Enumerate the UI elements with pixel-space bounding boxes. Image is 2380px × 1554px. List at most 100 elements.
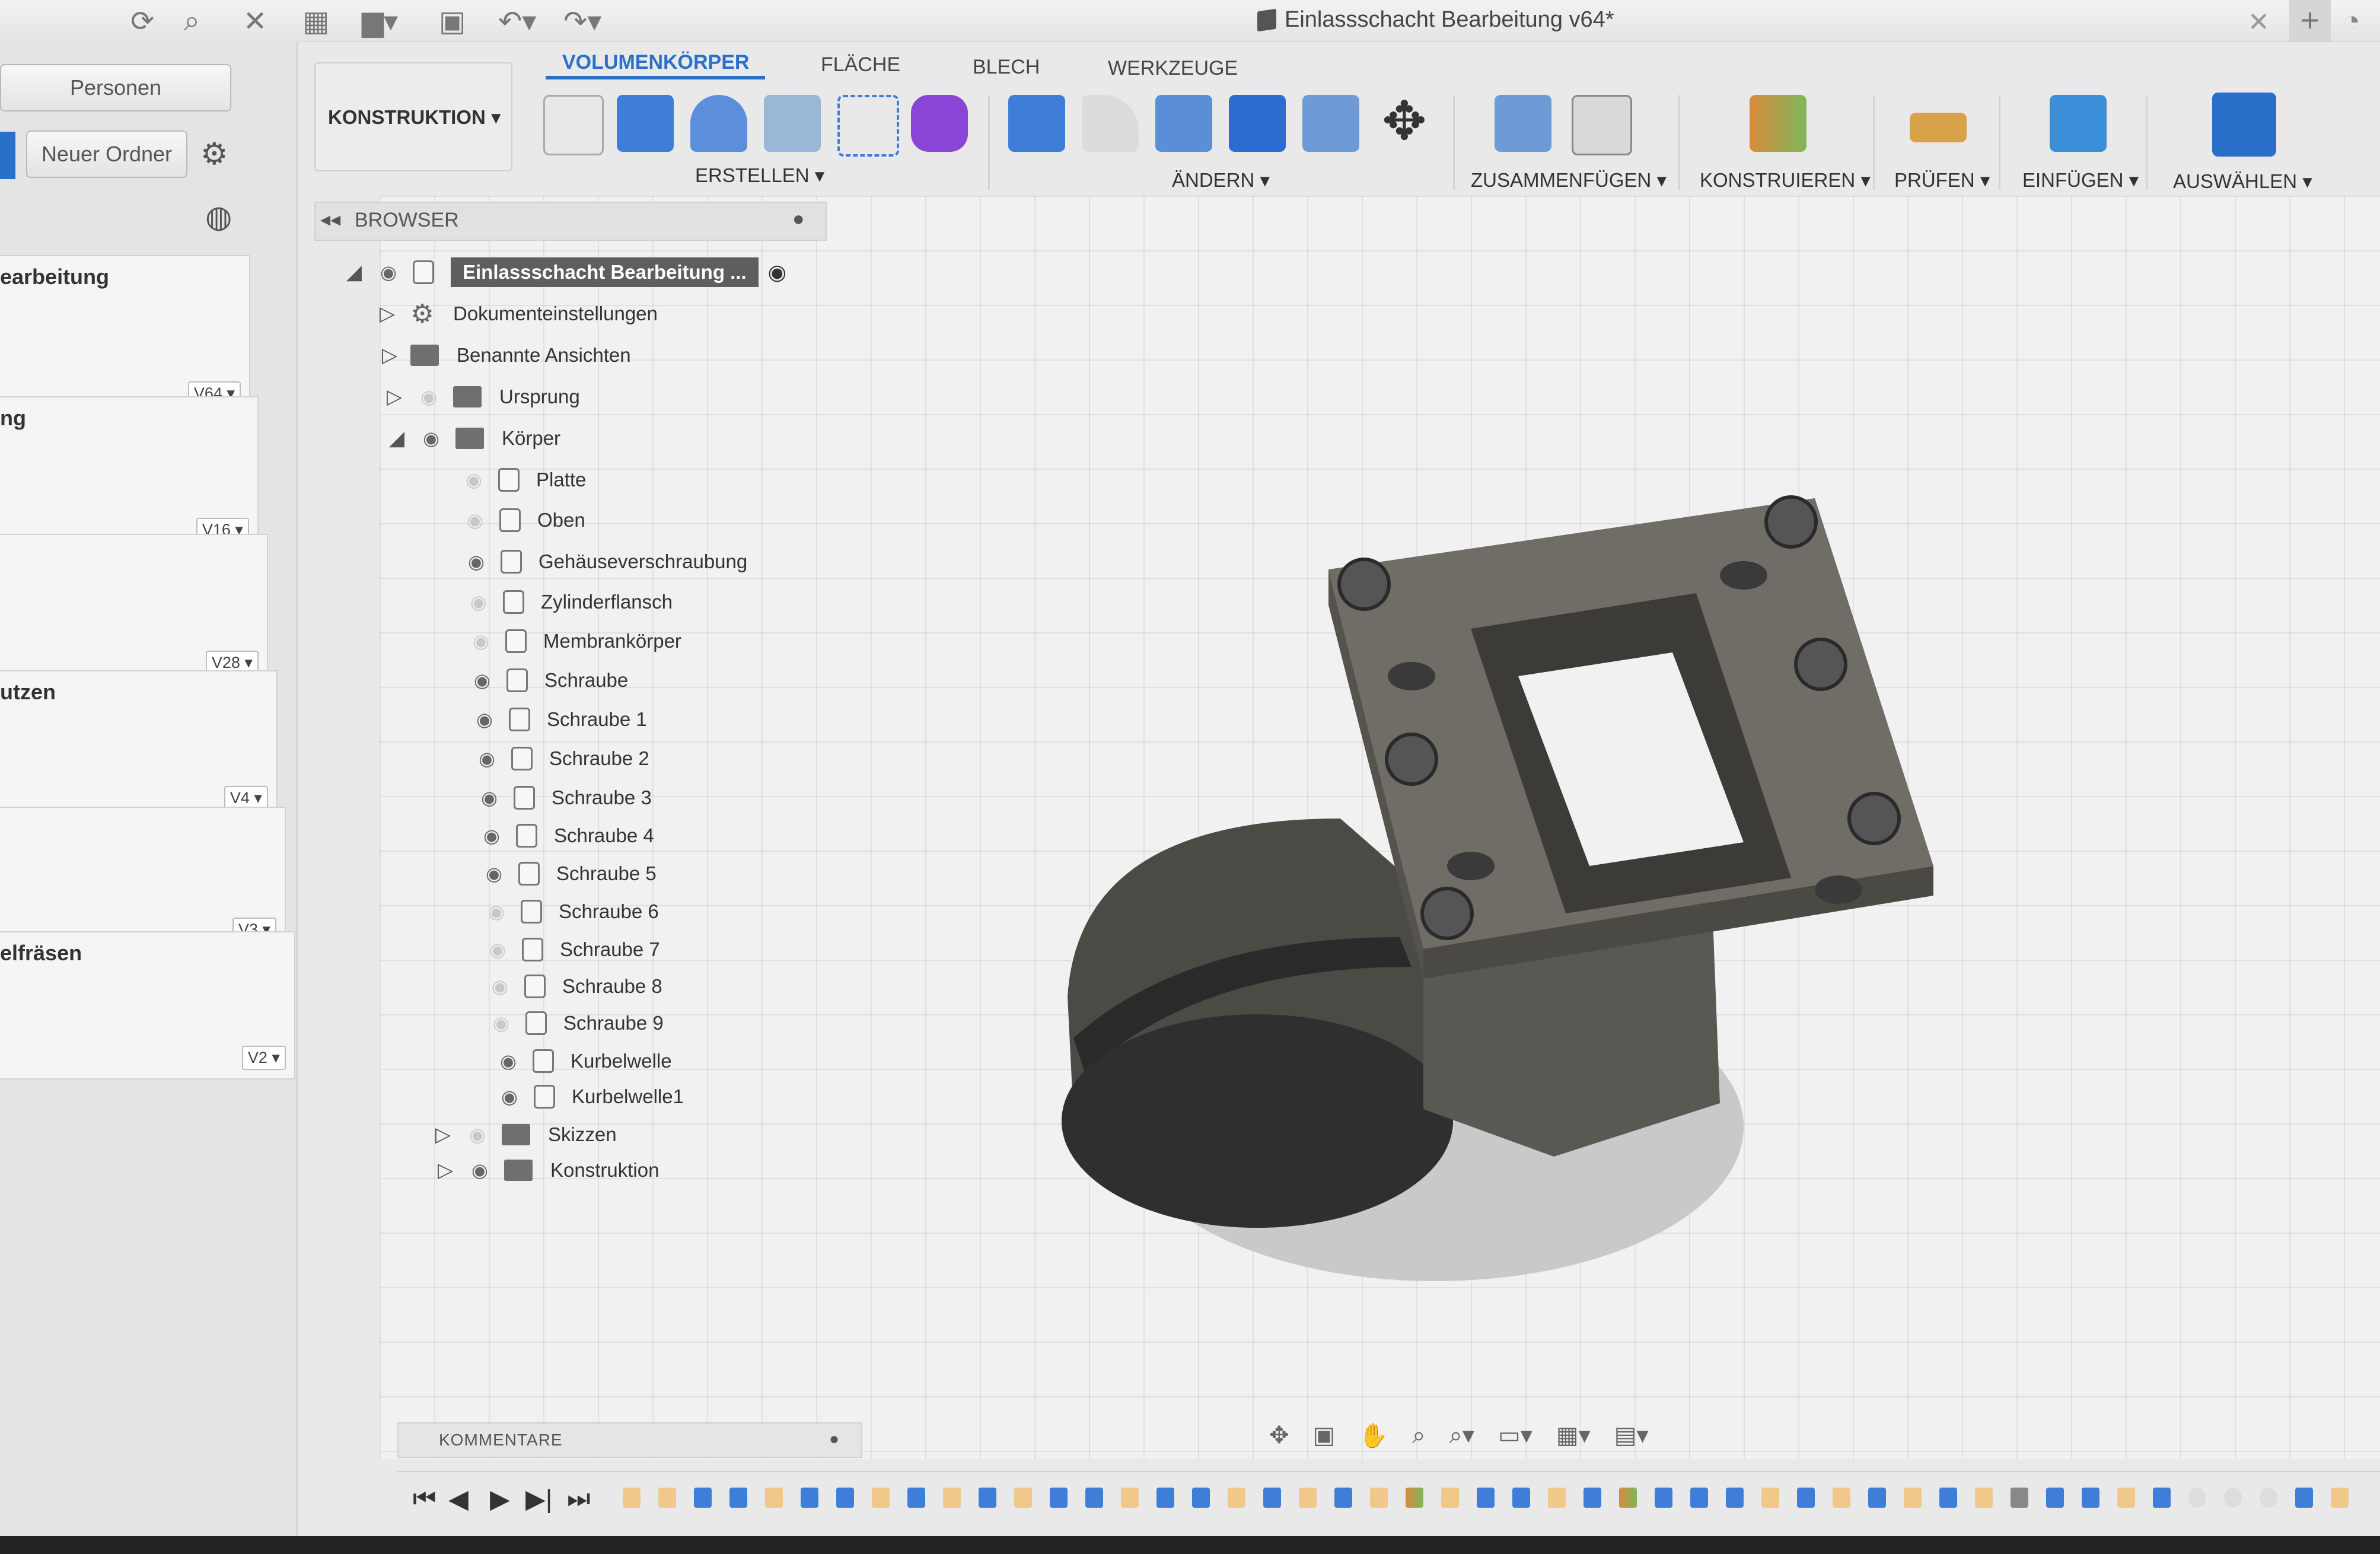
browser-item[interactable]: ▷ ◉ Skizzen	[433, 1117, 617, 1152]
gear-icon[interactable]: ⚙	[200, 136, 228, 172]
browser-item[interactable]: ◉ Schraube 9	[488, 1006, 664, 1040]
collapsed-arrow-icon[interactable]: ▷	[384, 385, 404, 409]
timeline-feature-icon[interactable]	[1939, 1488, 1957, 1508]
timeline-feature-icon[interactable]	[2153, 1488, 2171, 1508]
timeline-sketch-icon[interactable]	[1370, 1488, 1388, 1508]
timeline-feature-icon[interactable]	[836, 1488, 854, 1508]
eye-icon[interactable]: ◉	[473, 747, 501, 770]
save-icon[interactable]: ▣	[439, 5, 466, 38]
close-tab-icon[interactable]: ✕	[2248, 7, 2270, 37]
eye-icon[interactable]: ◉	[466, 1159, 493, 1182]
timeline-feature-icon[interactable]	[1655, 1488, 1672, 1508]
hole-icon[interactable]	[764, 95, 821, 152]
tab-volumenkoerper[interactable]: VOLUMENKÖRPER	[562, 51, 749, 74]
new-folder-button[interactable]: Neuer Ordner	[26, 130, 187, 178]
browser-item[interactable]: ◉ Schraube 4	[478, 819, 654, 853]
eye-icon[interactable]: ◉	[480, 862, 508, 885]
timeline-feature-icon[interactable]	[2082, 1488, 2099, 1508]
extrude-icon[interactable]	[617, 95, 674, 152]
tab-flaeche[interactable]: FLÄCHE	[821, 53, 900, 77]
combine-icon[interactable]	[1229, 95, 1286, 152]
play-icon[interactable]: ▶	[490, 1484, 510, 1514]
eye-icon[interactable]: ◉	[495, 1050, 522, 1072]
refresh-icon[interactable]: ⟳	[130, 5, 154, 38]
fillet-icon[interactable]	[1082, 95, 1139, 152]
eye-hidden-icon[interactable]: ◉	[464, 1123, 491, 1146]
timeline-feature-icon[interactable]	[1726, 1488, 1744, 1508]
eye-hidden-icon[interactable]: ◉	[467, 630, 495, 652]
user-icon[interactable]: ◔	[2343, 4, 2360, 38]
upload-button[interactable]	[0, 132, 15, 179]
tab-werkzeuge[interactable]: WERKZEUGE	[1108, 57, 1238, 80]
revolve-icon[interactable]	[690, 95, 747, 152]
eye-hidden-icon[interactable]: ◉	[461, 509, 489, 531]
browser-item[interactable]: ◉ Kurbelwelle1	[496, 1079, 684, 1114]
eye-hidden-icon[interactable]: ◉	[415, 386, 442, 408]
eye-icon[interactable]: ◉	[418, 427, 445, 450]
timeline-feature-icon[interactable]	[1868, 1488, 1886, 1508]
timeline-end-icon[interactable]: ⏭	[567, 1484, 591, 1514]
grid-icon[interactable]: ▦	[302, 5, 329, 38]
timeline-feature-icon[interactable]	[729, 1488, 747, 1508]
timeline-feature-icon[interactable]	[1334, 1488, 1352, 1508]
timeline-plane-icon[interactable]	[1619, 1488, 1637, 1508]
browser-item[interactable]: ◉ Schraube 7	[484, 932, 660, 967]
grid-settings-icon[interactable]: ▦▾	[1556, 1422, 1591, 1449]
workspace-label[interactable]: KONSTRUKTION ▾	[328, 106, 501, 129]
browser-pin-icon[interactable]: ●	[792, 208, 805, 231]
eye-icon[interactable]: ◉	[496, 1085, 523, 1108]
create-form-icon[interactable]	[911, 95, 968, 152]
fit-icon[interactable]: ⌕▾	[1449, 1422, 1474, 1449]
browser-item[interactable]: ◉ Membrankörper	[467, 624, 681, 658]
project-card[interactable]: earbeitung V64 ▾	[0, 255, 250, 415]
timeline-sketch-icon[interactable]	[765, 1488, 783, 1508]
eye-hidden-icon[interactable]: ◉	[465, 591, 492, 613]
browser-item[interactable]: ◉ Schraube 3	[476, 781, 652, 815]
timeline-feature-icon[interactable]	[1050, 1488, 1068, 1508]
project-card[interactable]: V28 ▾	[0, 534, 268, 684]
collapsed-arrow-icon[interactable]: ▷	[433, 1123, 453, 1147]
undo-icon[interactable]: ↶▾	[498, 5, 536, 38]
new-component-icon[interactable]	[1495, 95, 1551, 152]
timeline-sketch-icon[interactable]	[1228, 1488, 1245, 1508]
select-icon[interactable]	[2212, 93, 2276, 157]
comments-add-icon[interactable]: ●	[829, 1429, 839, 1448]
insert-image-icon[interactable]	[2050, 95, 2107, 152]
timeline-feature-icon[interactable]	[2295, 1488, 2313, 1508]
timeline-sketch-icon[interactable]	[1441, 1488, 1459, 1508]
orbit-icon[interactable]: ✥	[1269, 1422, 1289, 1449]
timeline-sketch-icon[interactable]	[1904, 1488, 1922, 1508]
display-settings-icon[interactable]: ▭▾	[1498, 1422, 1532, 1449]
browser-item[interactable]: ◢ ◉ Körper	[387, 421, 560, 456]
browser-item[interactable]: ◉ Schraube 2	[473, 741, 649, 776]
browser-item[interactable]: ◉ Gehäuseverschraubung	[463, 544, 747, 579]
timeline-sketch-icon[interactable]	[943, 1488, 961, 1508]
collapsed-arrow-icon[interactable]: ▷	[435, 1158, 455, 1182]
timeline-sketch-icon[interactable]	[1833, 1488, 1850, 1508]
construct-menu[interactable]: KONSTRUIEREN ▾	[1700, 168, 1871, 192]
pan-icon[interactable]: ✋	[1359, 1422, 1388, 1450]
file-icon[interactable]: ▆▾	[362, 5, 398, 38]
browser-item[interactable]: ◉ Platte	[460, 463, 586, 497]
timeline-feature-icon[interactable]	[1085, 1488, 1103, 1508]
timeline-sketch-icon[interactable]	[1975, 1488, 1993, 1508]
eye-icon[interactable]: ◉	[478, 824, 505, 847]
timeline-sketch-icon[interactable]	[623, 1488, 641, 1508]
construct-plane-icon[interactable]	[1750, 95, 1806, 152]
browser-item[interactable]: ◉ Kurbelwelle	[495, 1044, 672, 1078]
collapsed-arrow-icon[interactable]: ▷	[380, 343, 400, 367]
inspect-menu[interactable]: PRÜFEN ▾	[1894, 168, 1990, 192]
timeline-feature-icon[interactable]	[1263, 1488, 1281, 1508]
timeline-sketch-icon[interactable]	[1299, 1488, 1317, 1508]
project-card[interactable]: elfräsen V2 ▾	[0, 931, 295, 1079]
create-sketch-icon[interactable]	[543, 95, 604, 155]
browser-item[interactable]: ◉ Schraube 8	[486, 969, 662, 1004]
timeline-feature-icon[interactable]	[1584, 1488, 1601, 1508]
pattern-icon[interactable]	[837, 95, 899, 157]
new-tab-button[interactable]: +	[2289, 0, 2331, 42]
offset-face-icon[interactable]	[1302, 95, 1359, 152]
timeline-sketch-icon[interactable]	[1761, 1488, 1779, 1508]
timeline-prev-icon[interactable]: ◀	[448, 1484, 469, 1514]
assemble-menu[interactable]: ZUSAMMENFÜGEN ▾	[1471, 168, 1667, 192]
timeline-feature-icon[interactable]	[2046, 1488, 2064, 1508]
